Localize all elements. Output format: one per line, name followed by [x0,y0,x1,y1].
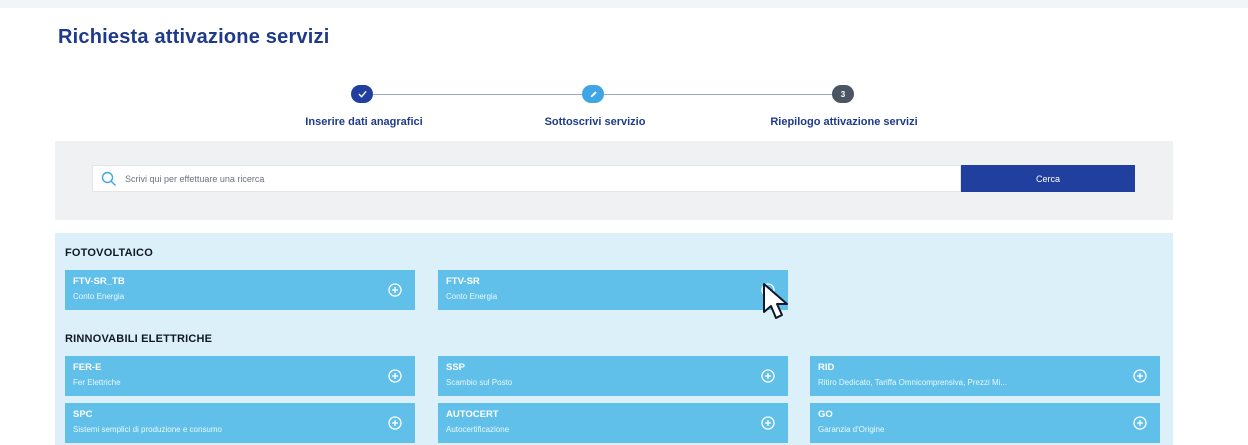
search-input[interactable]: Scrivi qui per effettuare una ricerca [92,165,961,192]
step-1-completed [351,85,373,103]
service-name: SPC [73,409,93,420]
mouse-pointer-icon [763,283,788,319]
stepper-connector [604,94,836,95]
step-number: 3 [840,89,846,99]
step-2-current [582,85,604,103]
service-description: Sistemi semplici di produzione e consumo [73,425,222,434]
service-card-rid[interactable]: RID Ritiro Dedicato, Tariffa Omnicompren… [810,356,1160,396]
service-card-ssp[interactable]: SSP Scambio sul Posto [438,356,788,396]
service-name: AUTOCERT [446,409,499,420]
service-description: Autocertificazione [446,425,510,434]
service-name: FER-E [73,362,102,373]
service-name: FTV-SR_TB [73,276,125,287]
service-card-ftv-sr-tb[interactable]: FTV-SR_TB Conto Energia [65,270,415,310]
search-button[interactable]: Cerca [961,165,1135,192]
page-title: Richiesta attivazione servizi [58,26,330,48]
service-description: Ritiro Dedicato, Tariffa Omnicomprensiva… [818,378,1008,387]
top-divider [0,0,1248,8]
category-title: FOTOVOLTAICO [65,247,153,259]
service-name: SSP [446,362,466,373]
step-3-pending: 3 [832,85,854,103]
search-icon [101,171,116,186]
category-title: RINNOVABILI ELETTRICHE [65,333,213,345]
add-circle-icon[interactable] [387,415,403,431]
step-label: Sottoscrivi servizio [544,116,646,128]
add-circle-icon[interactable] [387,368,403,384]
service-card-autocert[interactable]: AUTOCERT Autocertificazione [438,403,788,443]
add-circle-icon[interactable] [1132,368,1148,384]
pencil-icon [590,90,597,97]
service-description: Conto Energia [446,292,498,301]
add-circle-icon[interactable] [760,368,776,384]
stepper-connector [372,94,594,95]
service-card-fer-e[interactable]: FER-E Fer Elettriche [65,356,415,396]
search-placeholder: Scrivi qui per effettuare una ricerca [125,173,265,184]
step-label: Riepilogo attivazione servizi [770,116,918,128]
service-card-go[interactable]: GO Garanzia d'Origine [810,403,1160,443]
add-circle-icon[interactable] [387,282,403,298]
service-name: RID [818,362,835,373]
service-card-ftv-sr[interactable]: FTV-SR Conto Energia [438,270,788,310]
service-card-spc[interactable]: SPC Sistemi semplici di produzione e con… [65,403,415,443]
service-description: Conto Energia [73,292,125,301]
step-label: Inserire dati anagrafici [305,116,423,128]
add-circle-icon[interactable] [1132,415,1148,431]
service-description: Garanzia d'Origine [818,425,885,434]
service-description: Fer Elettriche [73,378,121,387]
service-name: GO [818,409,833,420]
stepper: 3 Inserire dati anagrafici Sottoscrivi s… [0,84,1248,134]
add-circle-icon[interactable] [760,415,776,431]
check-icon [357,90,367,98]
service-name: FTV-SR [446,276,480,287]
service-description: Scambio sul Posto [446,378,513,387]
